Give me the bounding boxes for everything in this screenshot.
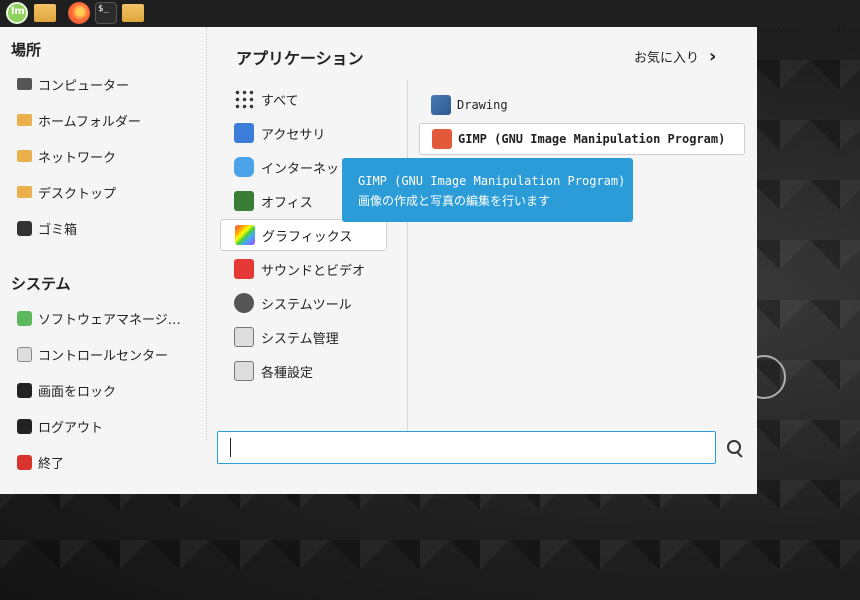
office-icon	[234, 191, 254, 211]
system-item-label: ソフトウェアマネージ…	[38, 312, 181, 328]
computer-icon	[17, 78, 32, 90]
category-label: オフィス	[261, 195, 313, 211]
app-item[interactable]: GIMP (GNU Image Manipulation Program)	[419, 123, 745, 155]
places-item-label: ゴミ箱	[38, 222, 78, 238]
network-folder-icon	[17, 150, 32, 162]
search-icon[interactable]	[724, 437, 746, 459]
files-launcher-icon[interactable]	[122, 4, 144, 22]
text-caret	[230, 438, 231, 457]
app-label: GIMP (GNU Image Manipulation Program)	[458, 132, 726, 146]
category-label: インターネット	[261, 161, 353, 177]
system-item-label: ログアウト	[38, 420, 104, 436]
category-item[interactable]: システムツール	[220, 287, 387, 319]
places-item[interactable]: ホームフォルダー	[17, 108, 141, 132]
category-label: サウンドとビデオ	[261, 263, 366, 279]
graphics-icon	[235, 225, 255, 245]
category-label: システムツール	[261, 297, 352, 313]
all-apps-icon	[234, 89, 254, 109]
software-manager-icon	[17, 310, 32, 326]
places-item-label: ホームフォルダー	[38, 114, 141, 130]
app-label: Drawing	[457, 98, 508, 112]
drawing-app-icon	[431, 95, 451, 115]
sound-video-icon	[234, 259, 254, 279]
system-item[interactable]: 画面をロック	[17, 378, 116, 402]
system-item[interactable]: 終了	[17, 450, 64, 474]
desktop-folder-icon	[17, 186, 32, 198]
control-center-icon	[17, 346, 32, 362]
system-tools-icon	[234, 293, 254, 313]
favorites-label: お気に入り	[634, 51, 700, 66]
places-item[interactable]: コンピューター	[17, 72, 129, 96]
category-item[interactable]: グラフィックス	[220, 219, 387, 251]
system-item-label: 画面をロック	[38, 384, 117, 400]
category-item[interactable]: すべて	[220, 83, 387, 115]
preferences-icon	[234, 361, 254, 381]
applications-title: アプリケーション	[236, 49, 364, 68]
app-item[interactable]: Drawing	[419, 89, 745, 121]
chevron-right-icon: ›	[709, 45, 717, 67]
folder-launcher-icon[interactable]	[34, 4, 56, 22]
application-menu: 場所 コンピューター ホームフォルダー ネットワーク デスクトップ ゴミ箱 システム ソ…	[0, 27, 757, 494]
tooltip-description: 画像の作成と写真の編集を行います	[358, 194, 551, 208]
category-item[interactable]: 各種設定	[220, 355, 387, 387]
category-label: すべて	[261, 93, 299, 109]
search-input[interactable]	[217, 431, 716, 464]
system-title: システム	[11, 275, 71, 293]
category-divider	[407, 80, 408, 455]
category-label: 各種設定	[261, 365, 314, 381]
category-list: すべてアクセサリインターネット オフィスグラフィックス サウンドとビデオ システムツー…	[220, 83, 387, 389]
app-list: Drawing GIMP (GNU Image Manipulation Prog…	[419, 89, 745, 187]
category-item[interactable]: サウンドとビデオ	[220, 253, 387, 285]
places-item-label: ネットワーク	[38, 150, 117, 166]
places-item[interactable]: ゴミ箱	[17, 216, 77, 240]
category-item[interactable]: システム管理	[220, 321, 387, 353]
system-item-label: 終了	[38, 456, 65, 472]
panel-divider	[206, 27, 207, 440]
tooltip-title: GIMP (GNU Image Manipulation Program)	[358, 174, 626, 188]
power-icon	[17, 454, 32, 470]
home-folder-icon	[17, 114, 32, 126]
system-item[interactable]: ログアウト	[17, 414, 103, 438]
top-panel: $_	[0, 0, 860, 27]
accessories-icon	[234, 123, 254, 143]
places-panel: 場所 コンピューター ホームフォルダー ネットワーク デスクトップ ゴミ箱 システム ソ…	[0, 27, 206, 494]
places-item-label: コンピューター	[38, 78, 130, 94]
places-item[interactable]: デスクトップ	[17, 180, 116, 204]
system-item[interactable]: コントロールセンター	[17, 342, 168, 366]
category-label: グラフィックス	[262, 229, 353, 245]
category-label: アクセサリ	[261, 127, 326, 143]
system-item[interactable]: ソフトウェアマネージ…	[17, 306, 181, 330]
logout-icon	[17, 418, 32, 434]
terminal-launcher-icon[interactable]: $_	[95, 2, 117, 24]
category-label: システム管理	[261, 331, 339, 347]
internet-icon	[234, 157, 254, 177]
administration-icon	[234, 327, 254, 347]
places-item[interactable]: ネットワーク	[17, 144, 116, 168]
trash-icon	[17, 220, 32, 236]
gimp-app-icon	[432, 129, 452, 149]
mint-menu-icon[interactable]	[6, 2, 28, 24]
system-item-label: コントロールセンター	[38, 348, 169, 364]
places-item-label: デスクトップ	[38, 186, 117, 202]
places-title: 場所	[11, 41, 42, 59]
firefox-launcher-icon[interactable]	[68, 2, 90, 24]
category-item[interactable]: アクセサリ	[220, 117, 387, 149]
lock-icon	[17, 382, 32, 398]
app-tooltip: GIMP (GNU Image Manipulation Program) 画像…	[342, 158, 633, 222]
favorites-button[interactable]: お気に入り ›	[634, 47, 716, 66]
